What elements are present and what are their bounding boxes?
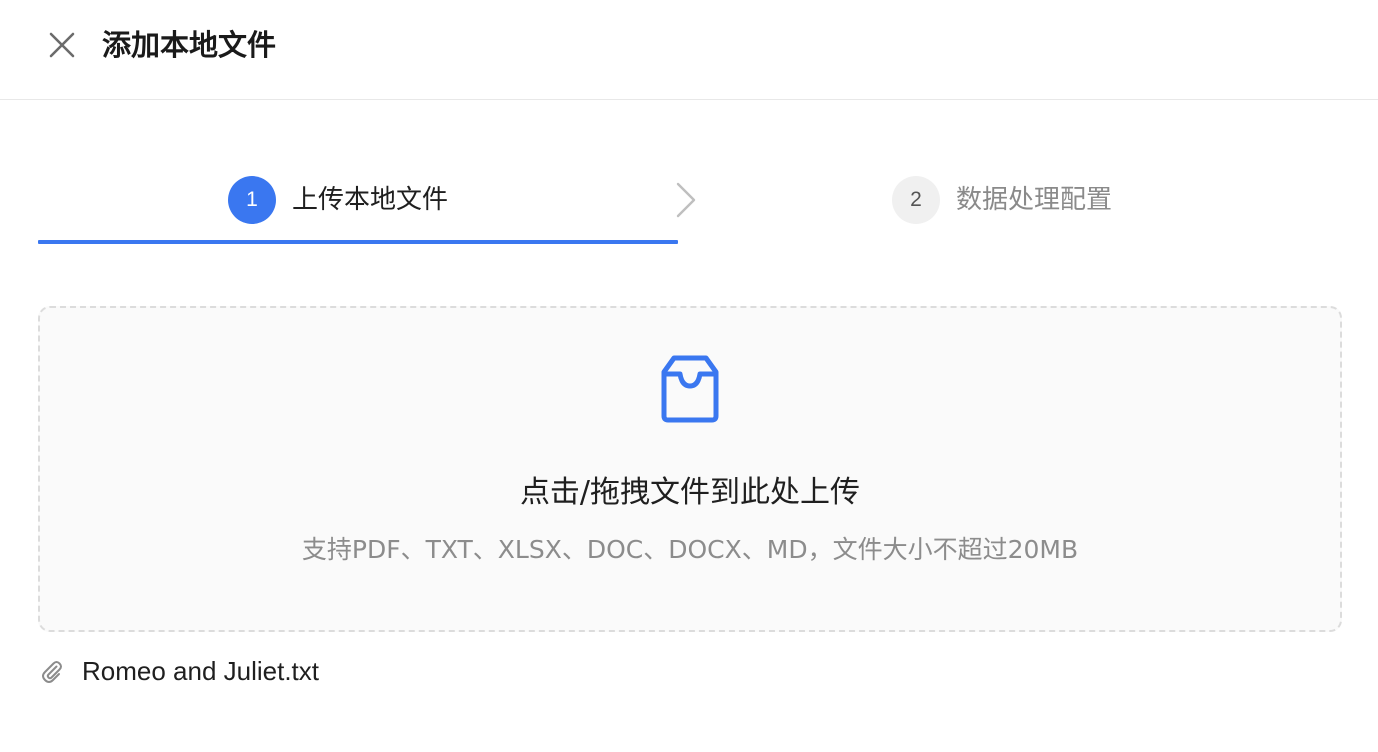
add-local-file-dialog: 添加本地文件 1 上传本地文件 2 数据处理配置 点击/拖拽文件到此处上传 支持…	[0, 0, 1378, 752]
step-number-1: 1	[228, 176, 276, 224]
step-data-processing-config[interactable]: 2 数据处理配置	[892, 170, 1112, 230]
uploaded-file-item[interactable]: Romeo and Juliet.txt	[38, 650, 319, 692]
file-name: Romeo and Juliet.txt	[82, 656, 320, 686]
active-step-indicator	[38, 240, 678, 244]
step-upload-local-file[interactable]: 1 上传本地文件	[228, 170, 448, 230]
page-title: 添加本地文件	[102, 28, 277, 62]
paperclip-icon	[38, 657, 66, 685]
step-label-2: 数据处理配置	[956, 185, 1113, 215]
upload-hint: 支持PDF、TXT、XLSX、DOC、DOCX、MD，文件大小不超过20MB	[301, 535, 1079, 564]
close-icon[interactable]	[47, 30, 77, 60]
step-number-2: 2	[892, 176, 940, 224]
inbox-icon	[661, 355, 719, 423]
close-button[interactable]	[44, 27, 80, 63]
upload-title: 点击/拖拽文件到此处上传	[519, 475, 861, 510]
step-label-1: 上传本地文件	[292, 185, 449, 215]
header: 添加本地文件	[0, 0, 1378, 100]
upload-dropzone[interactable]: 点击/拖拽文件到此处上传 支持PDF、TXT、XLSX、DOC、DOCX、MD，…	[38, 306, 1342, 632]
chevron-right-icon	[676, 182, 696, 218]
steps: 1 上传本地文件 2 数据处理配置	[38, 170, 1340, 246]
